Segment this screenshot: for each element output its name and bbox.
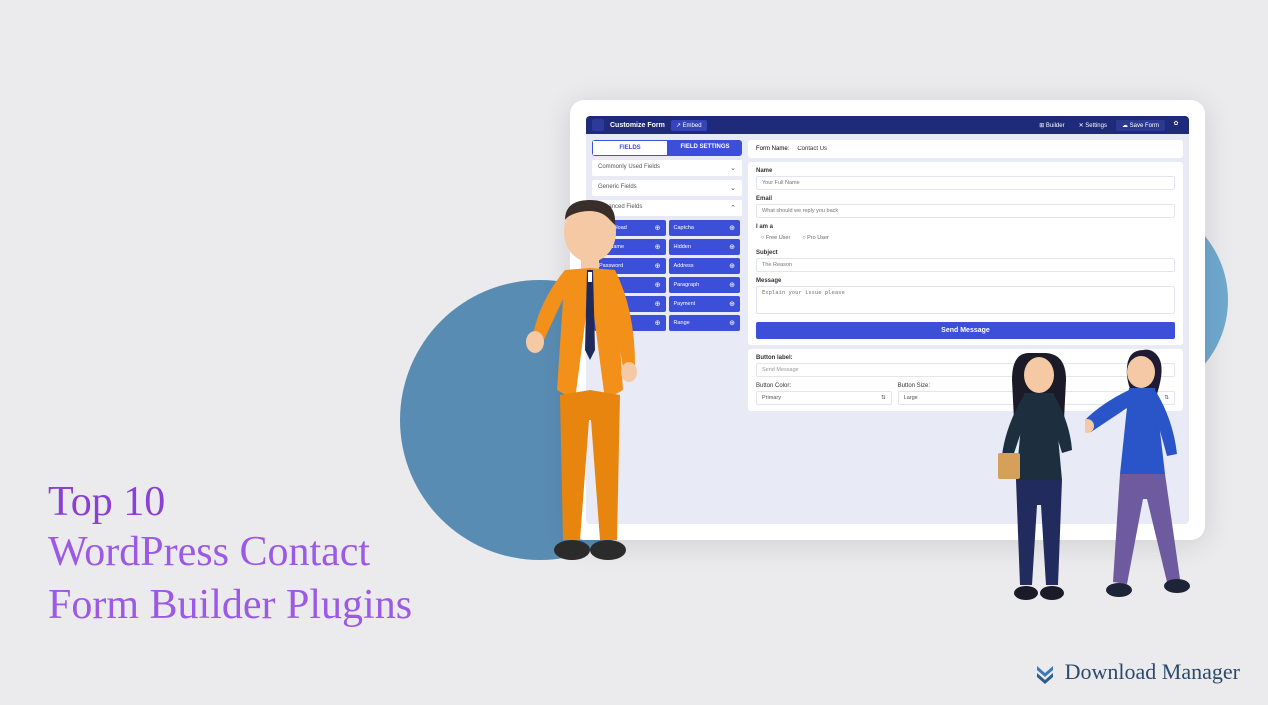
logo-text: Download Manager	[1065, 659, 1240, 685]
email-input[interactable]	[756, 204, 1175, 218]
app-logo-icon	[592, 119, 604, 131]
radio-free-user[interactable]: ○ Free User	[761, 235, 790, 241]
subject-label: Subject	[756, 250, 1175, 256]
subject-input[interactable]	[756, 258, 1175, 272]
btn-color-label: Button Color:	[756, 383, 892, 389]
field-settings-tab[interactable]: FIELD SETTINGS	[668, 140, 742, 156]
logo-chevron-icon	[1033, 660, 1057, 684]
illustration-woman-2	[1085, 344, 1210, 604]
illustration-woman-1	[984, 345, 1094, 605]
field-tile-captcha[interactable]: Captcha⊕	[669, 220, 741, 236]
form-name-label: Form Name:	[756, 146, 789, 152]
title-main-lines: WordPress Contact Form Builder Plugins	[48, 526, 412, 631]
field-tile-range[interactable]: Range⊕	[669, 315, 741, 331]
btn-color-select[interactable]: Primary⇅	[756, 391, 892, 405]
send-message-button[interactable]: Send Message	[756, 322, 1175, 339]
download-manager-logo: Download Manager	[1033, 659, 1240, 685]
name-label: Name	[756, 168, 1175, 174]
embed-button[interactable]: ↗ Embed	[671, 120, 707, 131]
app-topbar: Customize Form ↗ Embed ⊞ Builder ✕ Setti…	[586, 116, 1189, 134]
field-tile-address[interactable]: Address⊕	[669, 258, 741, 274]
gear-icon[interactable]: ✿	[1169, 120, 1183, 131]
app-title: Customize Form	[610, 122, 665, 129]
hero-title: Top 10 WordPress Contact Form Builder Pl…	[48, 478, 412, 631]
field-tile-paragraph[interactable]: Paragraph⊕	[669, 277, 741, 293]
settings-tab[interactable]: ✕ Settings	[1074, 120, 1112, 131]
illustration-man	[505, 190, 675, 575]
name-input[interactable]	[756, 176, 1175, 190]
message-label: Message	[756, 278, 1175, 284]
title-top-line: Top 10	[48, 478, 412, 526]
builder-tab[interactable]: ⊞ Builder	[1034, 120, 1069, 131]
email-label: Email	[756, 196, 1175, 202]
common-fields-section[interactable]: Commonly Used Fields	[592, 160, 742, 176]
iam-label: I am a	[756, 224, 1175, 230]
message-textarea[interactable]	[756, 286, 1175, 314]
fields-tab[interactable]: FIELDS	[592, 140, 668, 156]
field-tile-payment[interactable]: Payment⊕	[669, 296, 741, 312]
form-name-input[interactable]	[797, 146, 875, 152]
radio-pro-user[interactable]: ○ Pro User	[802, 235, 829, 241]
field-tile-hidden[interactable]: Hidden⊕	[669, 239, 741, 255]
save-form-button[interactable]: ☁ Save Form	[1116, 120, 1165, 131]
